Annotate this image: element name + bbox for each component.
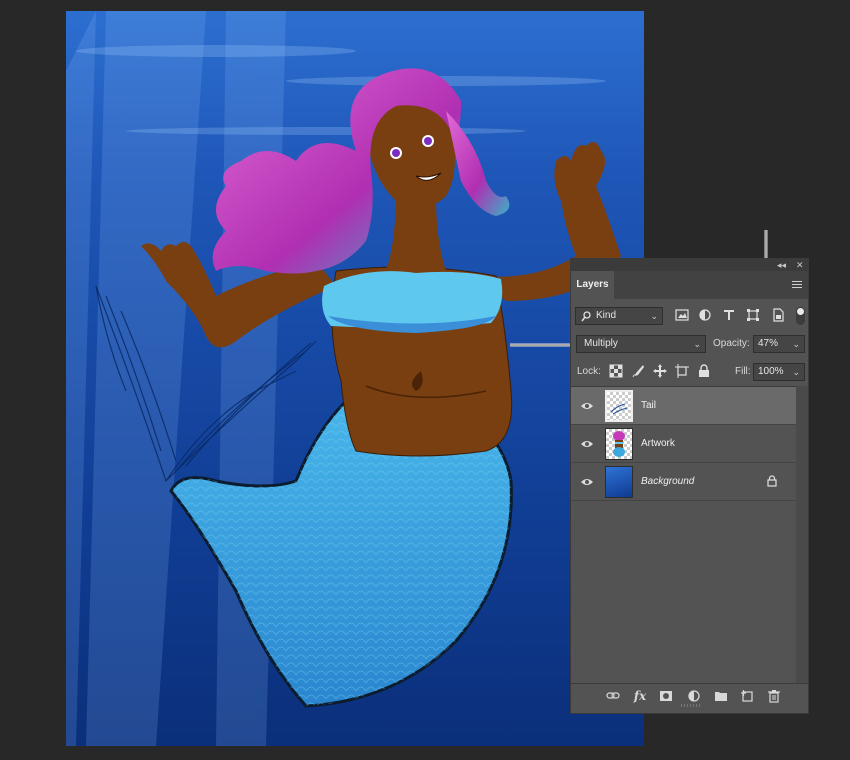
panel-title-strip[interactable]: ◂◂ ✕ [571, 259, 808, 271]
layer-filter-row: Kind ⌄ [571, 307, 808, 329]
fill-value: 100% [758, 366, 784, 377]
chevron-down-icon: ⌄ [693, 339, 701, 349]
lock-image-pixels-icon[interactable] [631, 364, 645, 378]
layer-thumbnail[interactable] [605, 466, 633, 498]
eye-visibility-icon[interactable] [580, 476, 594, 488]
water-light-rays [66, 11, 286, 746]
chevron-down-icon[interactable]: ⌄ [792, 364, 800, 380]
eye-visibility-icon[interactable] [580, 438, 594, 450]
adjustment-layer-icon[interactable] [687, 689, 701, 703]
layer-row-tail[interactable]: Tail [571, 387, 796, 425]
layer-thumbnail[interactable] [605, 428, 633, 460]
new-layer-icon[interactable] [740, 689, 754, 703]
fill-field[interactable]: 100% ⌄ [753, 363, 805, 381]
kind-filter-select[interactable]: Kind ⌄ [575, 307, 663, 325]
tab-layers[interactable]: Layers [571, 271, 614, 299]
layer-lock-icon [767, 475, 777, 487]
blend-mode-select[interactable]: Multiply ⌄ [576, 335, 706, 353]
add-mask-icon[interactable] [659, 689, 673, 703]
layers-panel: ◂◂ ✕ Layers Kind ⌄ Multiply ⌄ Opacity: 4… [570, 258, 809, 714]
close-panel-icon[interactable]: ✕ [796, 259, 804, 271]
document-canvas[interactable] [66, 11, 644, 746]
fx-icon[interactable]: fx [633, 689, 647, 703]
image-filter-icon[interactable] [675, 308, 689, 322]
opacity-value: 47% [758, 338, 779, 349]
type-filter-icon[interactable] [722, 308, 736, 322]
lock-row: Lock: Fill: 100% ⌄ [571, 363, 808, 383]
hamburger-menu-icon[interactable] [792, 281, 802, 290]
chevron-down-icon[interactable]: ⌄ [792, 336, 800, 352]
layer-name[interactable]: Background [641, 476, 694, 487]
blend-row: Multiply ⌄ Opacity: 47% ⌄ [571, 335, 808, 355]
chevron-down-icon: ⌄ [650, 311, 658, 321]
panel-resize-grip[interactable] [681, 704, 701, 707]
collapse-panel-icon[interactable]: ◂◂ [777, 259, 786, 271]
lock-transparent-pixels-icon[interactable] [609, 364, 623, 378]
layer-row-background[interactable]: Background [571, 463, 796, 501]
layer-thumbnail[interactable] [605, 390, 633, 422]
link-layers-icon[interactable] [606, 689, 620, 703]
layer-list-scrollbar[interactable] [796, 386, 808, 683]
shape-filter-icon[interactable] [746, 308, 760, 322]
fill-label: Fill: [735, 366, 751, 377]
opacity-label: Opacity: [713, 338, 750, 349]
eye-visibility-icon[interactable] [580, 400, 594, 412]
mermaid-artwork [66, 11, 621, 746]
new-group-icon[interactable] [714, 689, 728, 703]
layer-name[interactable]: Artwork [641, 438, 675, 449]
lock-label: Lock: [577, 366, 601, 377]
smart-object-filter-icon[interactable] [771, 308, 785, 322]
layer-row-artwork[interactable]: Artwork [571, 425, 796, 463]
layer-list: Tail Artwork Background [571, 386, 796, 684]
panel-bottom-bar: fx [571, 683, 808, 708]
opacity-field[interactable]: 47% ⌄ [753, 335, 805, 353]
lock-position-icon[interactable] [653, 364, 667, 378]
lock-artboard-icon[interactable] [675, 364, 689, 378]
blend-mode-value: Multiply [584, 338, 618, 349]
kind-filter-label: Kind [596, 310, 617, 321]
panel-tabbar: Layers [571, 271, 808, 299]
trash-icon[interactable] [767, 689, 781, 703]
filter-toggle-switch[interactable] [796, 307, 805, 325]
adjustment-filter-icon[interactable] [698, 308, 712, 322]
layer-name[interactable]: Tail [641, 400, 656, 411]
lock-all-icon[interactable] [697, 364, 711, 378]
search-icon [581, 311, 591, 322]
